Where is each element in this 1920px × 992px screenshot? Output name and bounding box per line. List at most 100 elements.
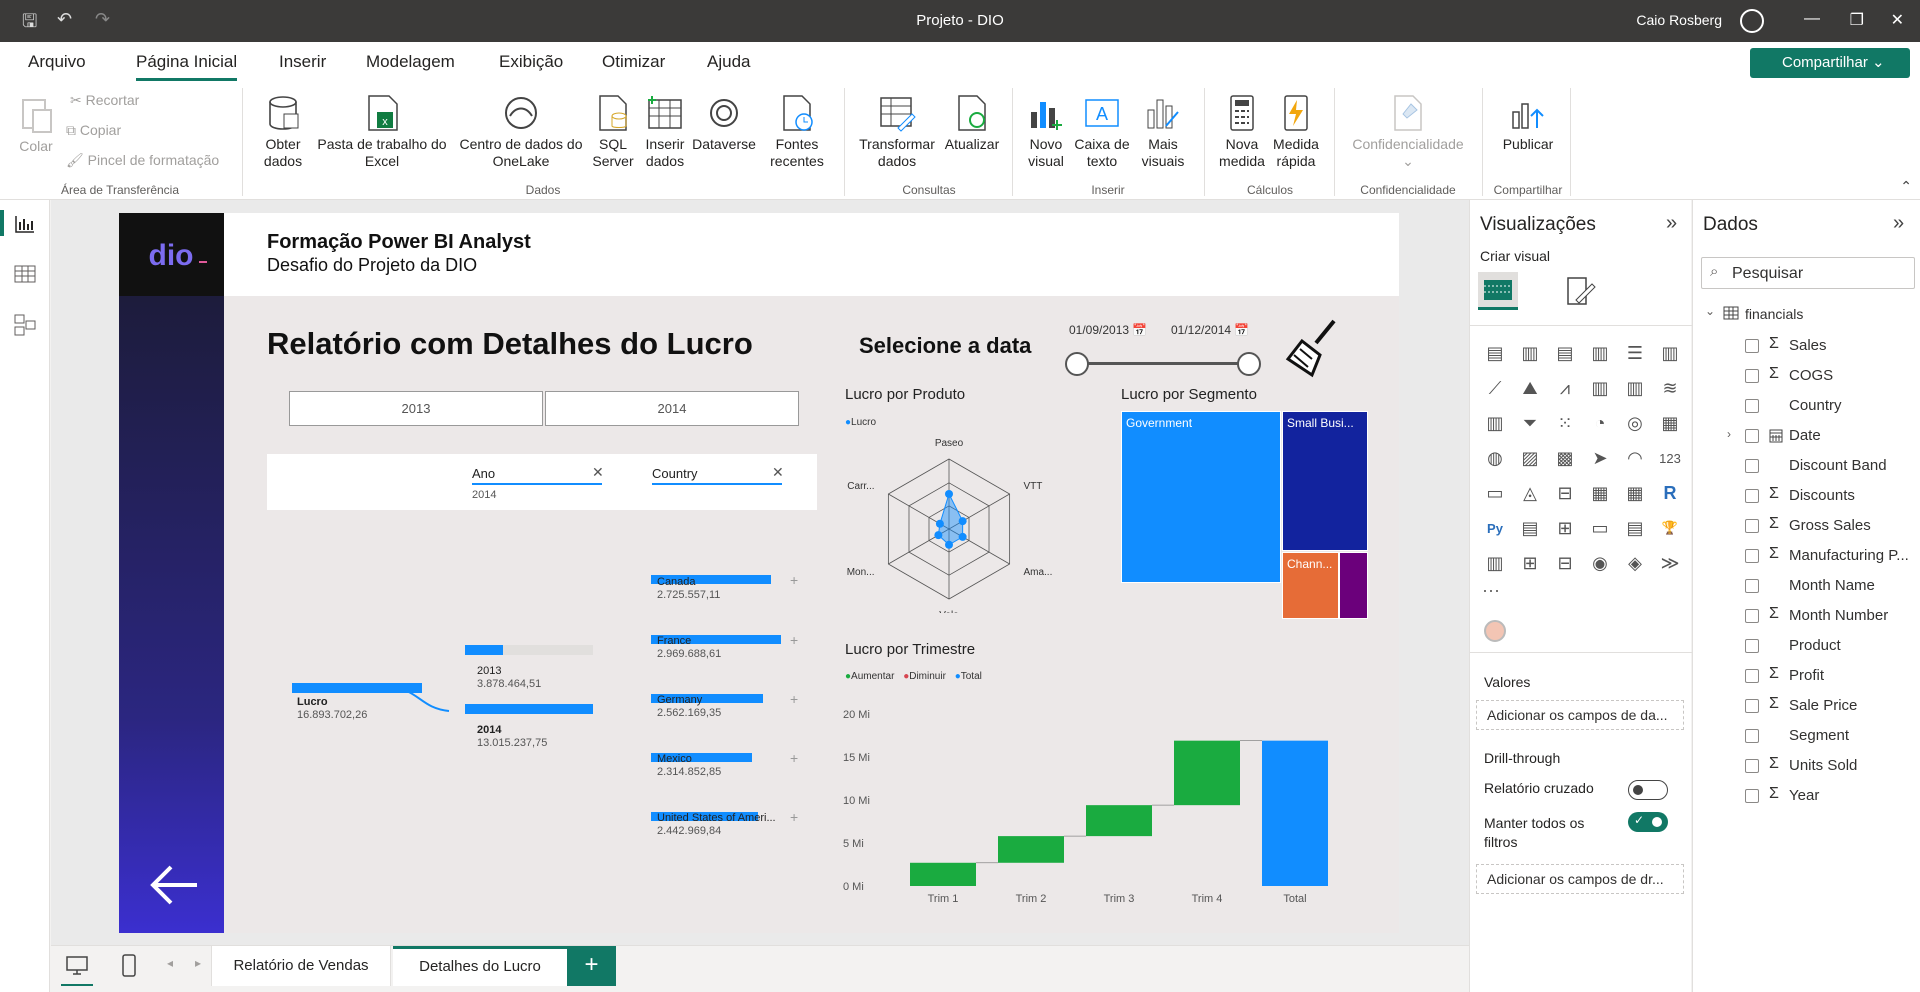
expand-icon[interactable]: + [790, 572, 798, 588]
quick-measure-button[interactable]: Medida rápida [1266, 94, 1326, 170]
pie-chart-icon[interactable]: ◔ [1587, 410, 1613, 436]
add-values-field[interactable]: Adicionar os campos de da... [1476, 700, 1684, 730]
calendar-icon[interactable]: 📅 [1132, 323, 1147, 337]
treemap-cell-small-business[interactable]: Small Busi... [1282, 411, 1368, 551]
field-checkbox[interactable] [1745, 489, 1759, 503]
field-item[interactable]: Σ COGS [1693, 361, 1920, 391]
field-checkbox[interactable] [1745, 639, 1759, 653]
field-checkbox[interactable] [1745, 669, 1759, 683]
page-tab-vendas[interactable]: Relatório de Vendas [211, 946, 391, 986]
add-drill-field[interactable]: Adicionar os campos de dr... [1476, 864, 1684, 894]
field-checkbox[interactable] [1745, 789, 1759, 803]
power-apps-icon[interactable]: ◈ [1622, 550, 1648, 576]
field-checkbox[interactable] [1745, 339, 1759, 353]
shape-map-icon[interactable]: ▩ [1552, 445, 1578, 471]
power-automate-icon[interactable]: ≫ [1657, 550, 1683, 576]
share-button[interactable]: Compartilhar ⌄ [1750, 48, 1910, 78]
decomp-2013-bar[interactable] [465, 645, 503, 655]
sensitivity-button[interactable]: Confidencialidade ⌄ [1340, 94, 1476, 170]
publish-button[interactable]: Publicar [1490, 94, 1566, 153]
matrix-icon[interactable]: ▦ [1622, 480, 1648, 506]
area-chart-icon[interactable]: ⛰ [1517, 375, 1543, 401]
insert-data-button[interactable]: Inserir dados [640, 94, 690, 170]
field-checkbox[interactable] [1745, 699, 1759, 713]
decomposition-tree[interactable]: + + + + + [259, 513, 819, 933]
waterfall-icon[interactable]: ▥ [1482, 410, 1508, 436]
field-checkbox[interactable] [1745, 519, 1759, 533]
kpi-icon[interactable]: ◬ [1517, 480, 1543, 506]
table-name[interactable]: financials [1745, 306, 1803, 322]
slicer-new-icon[interactable]: ⊟ [1552, 550, 1578, 576]
menu-modelagem[interactable]: Modelagem [366, 52, 455, 72]
treemap-cell-other[interactable] [1339, 552, 1368, 619]
table-view-icon[interactable] [14, 264, 36, 284]
format-painter-button[interactable]: 🖌 Pincel de formatação [66, 152, 219, 169]
more-visuals-ellipsis-icon[interactable]: ··· [1482, 580, 1500, 601]
menu-inserir[interactable]: Inserir [279, 52, 326, 72]
date-slider-track[interactable] [1076, 362, 1250, 365]
collapse-ribbon-icon[interactable]: ⌃ [1900, 178, 1912, 195]
field-checkbox[interactable] [1745, 399, 1759, 413]
treemap-cell-channel[interactable]: Chann... [1282, 552, 1339, 619]
card-icon[interactable]: 123 [1657, 445, 1683, 471]
waterfall-bar[interactable] [1086, 805, 1152, 837]
field-item[interactable]: Month Name [1693, 571, 1920, 601]
back-arrow-icon[interactable] [147, 863, 201, 907]
goals-icon[interactable]: 🏆 [1657, 515, 1683, 541]
gauge-icon[interactable]: ◠ [1622, 445, 1648, 471]
more-visuals-button[interactable]: Mais visuais [1130, 94, 1196, 170]
format-visual-icon[interactable] [1562, 274, 1596, 308]
date-slider-end-handle[interactable] [1237, 352, 1261, 376]
dataverse-button[interactable]: Dataverse [690, 94, 758, 153]
radar-point[interactable] [945, 490, 953, 498]
radar-point[interactable] [934, 531, 943, 540]
expand-icon[interactable]: + [790, 691, 798, 707]
field-item[interactable]: Σ Sale Price [1693, 691, 1920, 721]
textbox-button[interactable]: A Caixa de texto [1070, 94, 1134, 170]
prev-page-icon[interactable]: ◂ [167, 956, 173, 970]
collapse-pane-icon[interactable]: » [1893, 212, 1904, 235]
card-new-icon[interactable]: ⊞ [1517, 550, 1543, 576]
field-item[interactable]: Σ Units Sold [1693, 751, 1920, 781]
year-button-2014[interactable]: 2014 [545, 391, 799, 426]
field-item[interactable]: Segment [1693, 721, 1920, 751]
field-item[interactable]: Σ Discounts [1693, 481, 1920, 511]
clustered-bar-icon[interactable]: ▤ [1552, 340, 1578, 366]
new-measure-button[interactable]: Nova medida [1212, 94, 1272, 170]
treemap-icon[interactable]: ▦ [1657, 410, 1683, 436]
radar-point[interactable] [958, 517, 967, 526]
user-name[interactable]: Caio Rosberg [1636, 12, 1722, 28]
waterfall-chart[interactable]: 20 Mi 15 Mi 10 Mi 5 Mi 0 Mi Trim 1 Trim 2 Trim … [839, 688, 1359, 928]
desktop-layout-icon[interactable] [65, 954, 89, 978]
cut-button[interactable]: ✂ Recortar [70, 92, 139, 109]
collapse-pane-icon[interactable]: » [1666, 212, 1677, 235]
paginated-report-icon[interactable]: ▥ [1482, 550, 1508, 576]
new-visual-button[interactable]: Novo visual [1020, 94, 1072, 170]
radar-point[interactable] [945, 540, 953, 549]
field-item[interactable]: Σ Sales [1693, 331, 1920, 361]
menu-ajuda[interactable]: Ajuda [707, 52, 750, 72]
field-item[interactable]: Σ Year [1693, 781, 1920, 811]
paste-button[interactable]: Colar [14, 96, 58, 155]
ai-visual-icon[interactable] [1484, 620, 1506, 642]
model-view-icon[interactable] [14, 314, 36, 336]
sql-server-button[interactable]: SQL Server [590, 94, 636, 170]
menu-pagina-inicial[interactable]: Página Inicial [136, 52, 238, 81]
field-checkbox[interactable] [1745, 759, 1759, 773]
waterfall-bar[interactable] [910, 862, 976, 886]
treemap-chart[interactable]: Government Small Busi... Chann... [1121, 411, 1368, 619]
date-end-input[interactable]: 01/12/2014 📅 [1171, 323, 1249, 337]
line-chart-icon[interactable]: ⟋ [1482, 375, 1508, 401]
transform-data-button[interactable]: Transformar dados [852, 94, 942, 170]
decomposition-tree-icon[interactable]: ⊞ [1552, 515, 1578, 541]
ribbon-chart-icon[interactable]: ≋ [1657, 375, 1683, 401]
page-tab-lucro[interactable]: Detalhes do Lucro [393, 946, 568, 986]
stacked-bar-icon[interactable]: ▤ [1482, 340, 1508, 366]
keep-filters-toggle[interactable]: ✓ [1628, 812, 1668, 832]
mobile-layout-icon[interactable] [121, 954, 137, 978]
clustered-column-icon[interactable]: ▥ [1587, 340, 1613, 366]
arcgis-map-icon[interactable]: ◉ [1587, 550, 1613, 576]
menu-exibicao[interactable]: Exibição [499, 52, 563, 72]
field-item[interactable]: Σ Profit [1693, 661, 1920, 691]
slicer-icon[interactable]: ⊟ [1552, 480, 1578, 506]
